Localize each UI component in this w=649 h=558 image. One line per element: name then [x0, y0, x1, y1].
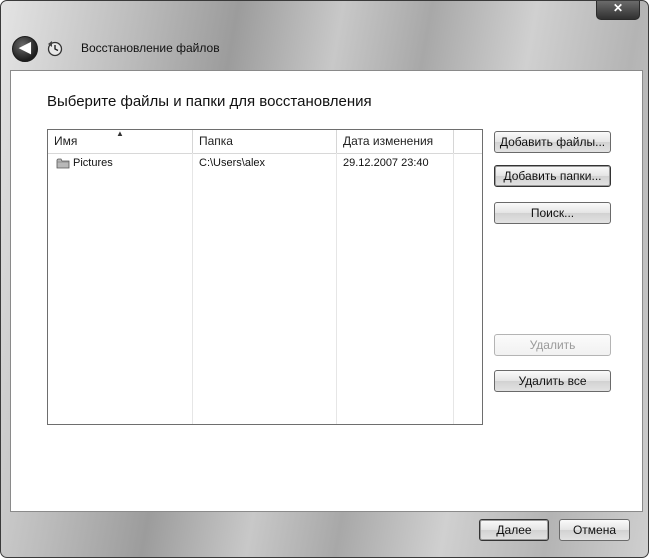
content-panel: Выберите файлы и папки для восстановлени…	[10, 70, 643, 512]
column-divider	[192, 153, 193, 424]
sort-ascending-icon: ▲	[116, 129, 124, 138]
back-arrow-icon: ◀	[19, 39, 31, 56]
back-button[interactable]: ◀	[12, 36, 38, 62]
close-icon: ✕	[612, 1, 624, 15]
add-folders-button[interactable]: Добавить папки...	[494, 165, 611, 187]
item-date: 29.12.2007 23:40	[343, 157, 429, 169]
column-divider	[453, 153, 454, 424]
folder-icon	[56, 158, 70, 169]
column-header-date[interactable]: Дата изменения	[337, 130, 454, 153]
search-button[interactable]: Поиск...	[494, 202, 611, 224]
backup-restore-icon	[47, 41, 63, 57]
column-header-folder[interactable]: Папка	[193, 130, 337, 153]
column-header-name[interactable]: ▲ Имя	[48, 130, 193, 153]
dialog-footer: Далее Отмена	[2, 511, 648, 557]
delete-all-button[interactable]: Удалить все	[494, 370, 611, 392]
list-item[interactable]: Pictures C:\Users\alex 29.12.2007 23:40	[48, 153, 482, 173]
column-date-label: Дата изменения	[343, 134, 434, 148]
window-title: Восстановление файлов	[81, 41, 220, 55]
files-list[interactable]: ▲ Имя Папка Дата изменения Pictures C:\U…	[47, 129, 483, 425]
restore-files-window: ✕ ◀ Восстановление файлов Выберите файлы…	[0, 0, 649, 558]
item-folder: C:\Users\alex	[199, 157, 266, 169]
column-folder-label: Папка	[199, 134, 233, 148]
delete-button[interactable]: Удалить	[494, 334, 611, 356]
next-button[interactable]: Далее	[479, 519, 549, 541]
cancel-button[interactable]: Отмена	[559, 519, 630, 541]
list-header: ▲ Имя Папка Дата изменения	[48, 130, 482, 154]
add-files-button[interactable]: Добавить файлы...	[494, 131, 611, 153]
column-name-label: Имя	[54, 134, 78, 148]
item-name: Pictures	[73, 157, 113, 169]
column-divider	[336, 153, 337, 424]
page-heading: Выберите файлы и папки для восстановлени…	[47, 93, 372, 110]
close-button[interactable]: ✕	[596, 1, 640, 20]
